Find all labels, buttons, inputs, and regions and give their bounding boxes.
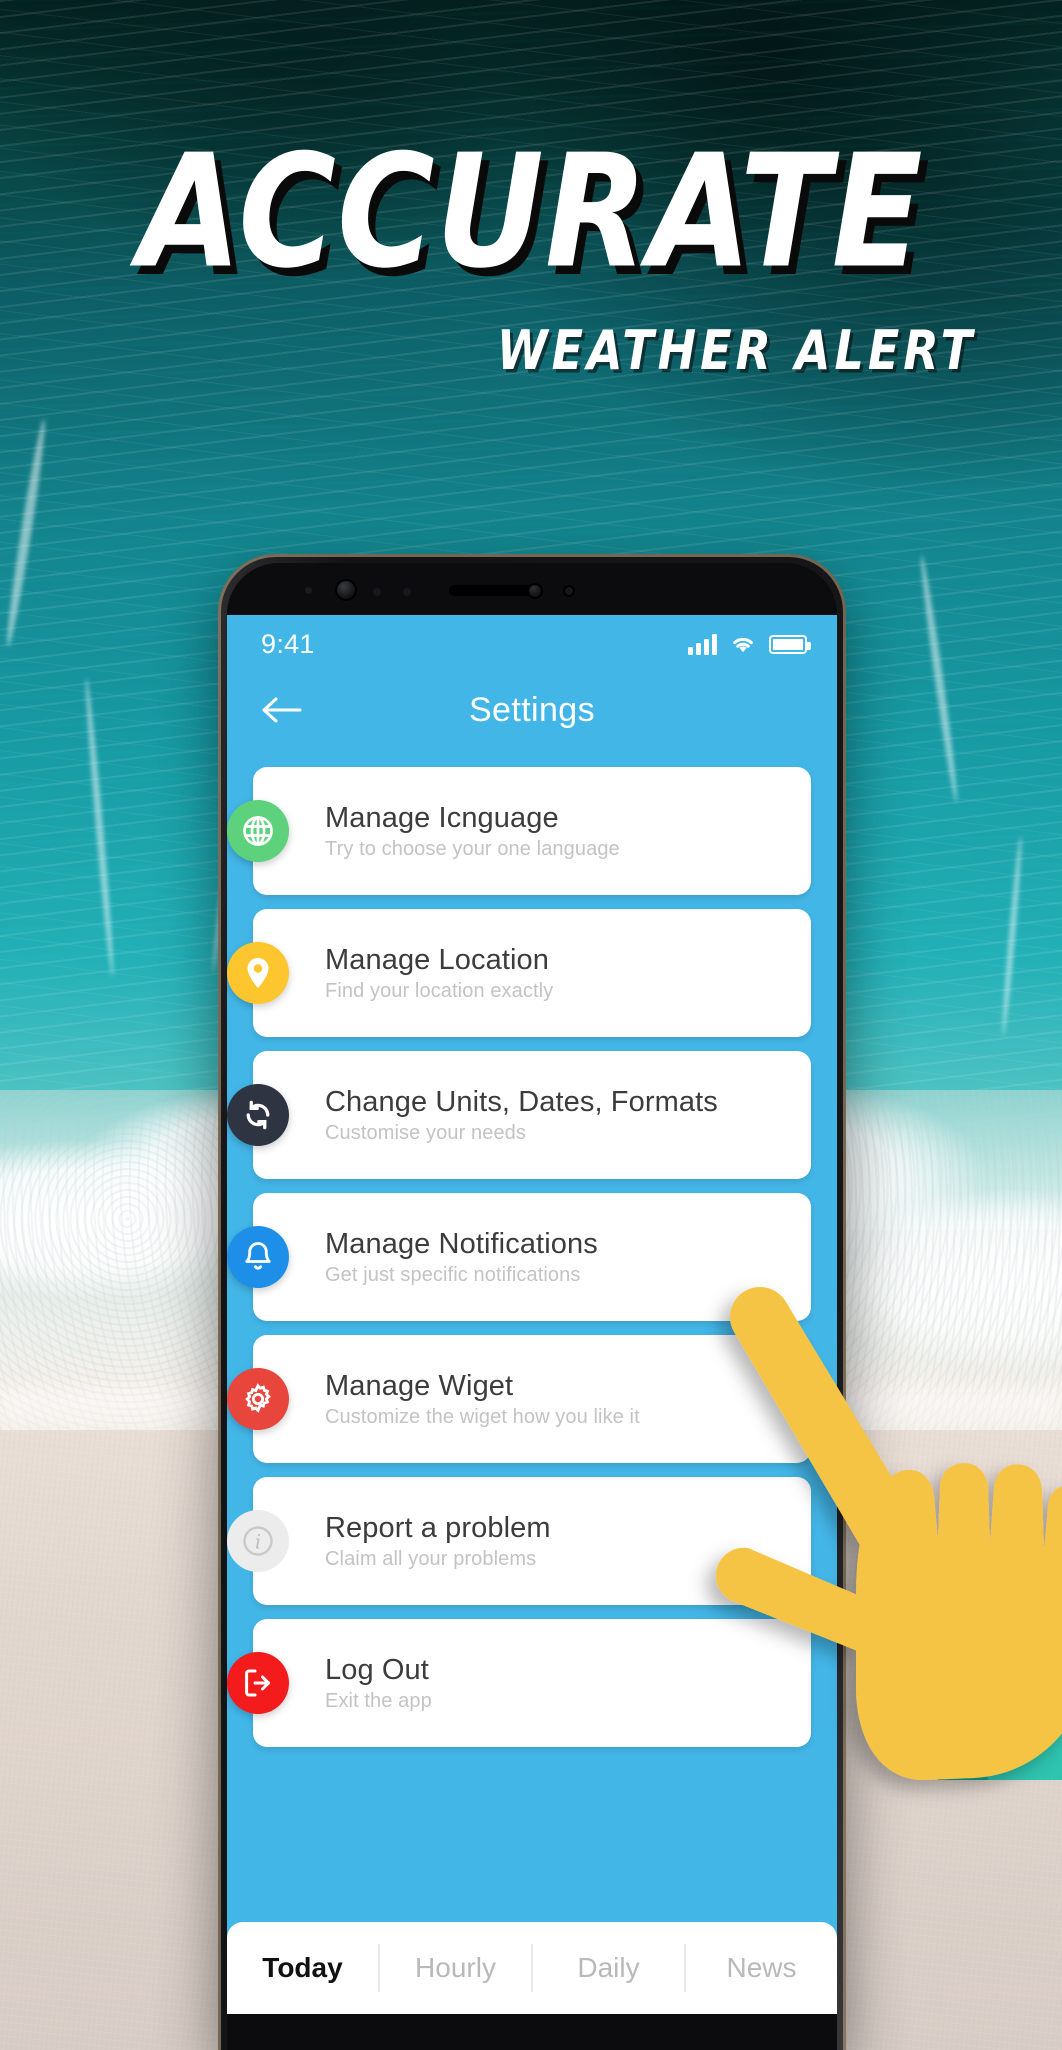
back-arrow-icon[interactable] — [255, 684, 307, 736]
logout-icon — [227, 1652, 289, 1714]
secondary-camera-icon — [527, 583, 543, 599]
settings-item-title: Manage Location — [325, 943, 549, 976]
proximity-sensor-icon — [373, 588, 381, 596]
hand-shape — [715, 1286, 1062, 1780]
phone-chin — [227, 2014, 837, 2050]
settings-item-title: Log Out — [325, 1653, 429, 1686]
settings-item-title: Change Units, Dates, Formats — [325, 1085, 718, 1118]
tab-hourly[interactable]: Hourly — [380, 1952, 531, 1984]
gear-icon — [227, 1368, 289, 1430]
phone-top-sensor-bar — [227, 563, 837, 615]
pointing-hand-cursor — [688, 1286, 1062, 1780]
light-sensor-icon — [403, 588, 411, 596]
tab-daily[interactable]: Daily — [533, 1952, 684, 1984]
bell-icon — [227, 1226, 289, 1288]
page-title: Settings — [468, 690, 596, 729]
promo-headline: ACCURATE — [138, 121, 924, 304]
iris-scanner-icon — [563, 585, 575, 597]
settings-item-subtitle: Claim all your problems — [325, 1547, 537, 1570]
settings-item-title: Manage Wiget — [325, 1369, 514, 1402]
settings-item-subtitle: Try to choose your one language — [325, 837, 620, 860]
settings-item-title: Manage Icnguage — [325, 801, 559, 834]
sensor-dot-icon — [305, 587, 312, 594]
settings-item-title: Manage Notifications — [325, 1227, 598, 1260]
map-pin-icon — [227, 942, 289, 1004]
settings-item-title: Report a problem — [325, 1511, 551, 1544]
settings-item-manage-location[interactable]: Manage Location Find your location exact… — [227, 909, 811, 1037]
status-bar-clock: 9:41 — [261, 628, 315, 659]
tab-today[interactable]: Today — [227, 1952, 378, 1984]
signal-bars-icon — [688, 633, 717, 655]
settings-item-subtitle: Customise your needs — [325, 1121, 526, 1144]
status-bar-icons — [688, 633, 811, 655]
app-bar: Settings — [227, 671, 837, 749]
settings-item-manage-language[interactable]: Manage Icnguage Try to choose your one l… — [227, 767, 811, 895]
settings-item-subtitle: Find your location exactly — [325, 979, 554, 1002]
promo-subheadline: WEATHER ALERT — [496, 318, 976, 383]
refresh-sync-icon — [227, 1084, 289, 1146]
info-icon: i — [227, 1510, 289, 1572]
settings-item-subtitle: Get just specific notifications — [325, 1263, 581, 1286]
settings-item-subtitle: Exit the app — [325, 1689, 432, 1712]
battery-full-icon — [769, 634, 811, 654]
settings-item-change-units[interactable]: Change Units, Dates, Formats Customise y… — [227, 1051, 811, 1179]
promo-text-block: ACCURATE WEATHER ALERT — [0, 134, 1062, 382]
globe-icon — [227, 800, 289, 862]
status-bar: 9:41 — [227, 613, 837, 671]
earpiece-speaker — [449, 585, 533, 596]
front-camera-icon — [335, 579, 357, 601]
bottom-tab-bar: Today Hourly Daily News — [227, 1922, 837, 2014]
settings-item-subtitle: Customize the wiget how you like it — [325, 1405, 640, 1428]
tab-news[interactable]: News — [686, 1952, 837, 1984]
wifi-icon — [733, 637, 753, 653]
svg-text:i: i — [255, 1531, 261, 1554]
